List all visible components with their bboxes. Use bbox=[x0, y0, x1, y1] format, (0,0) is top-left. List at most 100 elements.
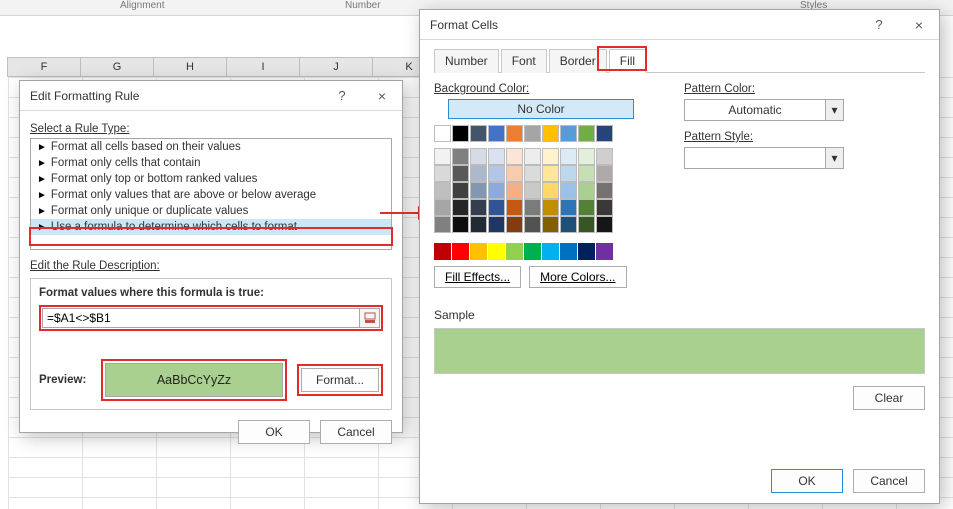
color-swatch[interactable] bbox=[434, 199, 451, 216]
color-swatch[interactable] bbox=[578, 182, 595, 199]
col-header[interactable]: G bbox=[80, 57, 154, 77]
color-swatch[interactable] bbox=[452, 216, 469, 233]
help-button[interactable]: ? bbox=[322, 81, 362, 111]
close-button[interactable]: × bbox=[362, 81, 402, 111]
color-swatch[interactable] bbox=[470, 182, 487, 199]
cancel-button[interactable]: Cancel bbox=[320, 420, 392, 444]
color-swatch[interactable] bbox=[434, 182, 451, 199]
color-swatch[interactable] bbox=[560, 148, 577, 165]
color-swatch[interactable] bbox=[596, 243, 613, 260]
color-swatch[interactable] bbox=[488, 165, 505, 182]
color-swatch[interactable] bbox=[506, 199, 523, 216]
color-swatch[interactable] bbox=[560, 243, 577, 260]
color-swatch[interactable] bbox=[542, 243, 559, 260]
color-swatch[interactable] bbox=[542, 125, 559, 142]
dialog-titlebar[interactable]: Edit Formatting Rule ? × bbox=[20, 81, 402, 111]
color-swatch[interactable] bbox=[596, 148, 613, 165]
rule-type-item[interactable]: ►Format only values that are above or be… bbox=[31, 187, 391, 203]
more-colors-button[interactable]: More Colors... bbox=[529, 266, 626, 288]
color-swatch[interactable] bbox=[542, 216, 559, 233]
color-swatch[interactable] bbox=[560, 199, 577, 216]
col-header[interactable]: I bbox=[226, 57, 300, 77]
tab-border[interactable]: Border bbox=[549, 49, 607, 73]
color-swatch[interactable] bbox=[452, 125, 469, 142]
color-swatch[interactable] bbox=[470, 243, 487, 260]
color-swatch[interactable] bbox=[506, 125, 523, 142]
color-swatch[interactable] bbox=[470, 216, 487, 233]
color-swatch[interactable] bbox=[596, 165, 613, 182]
color-swatch[interactable] bbox=[578, 243, 595, 260]
tab-font[interactable]: Font bbox=[501, 49, 547, 73]
range-selector-button[interactable] bbox=[360, 308, 380, 328]
ok-button[interactable]: OK bbox=[771, 469, 843, 493]
clear-button[interactable]: Clear bbox=[853, 386, 925, 410]
color-swatch[interactable] bbox=[524, 199, 541, 216]
dropdown-button[interactable]: ▾ bbox=[826, 99, 844, 121]
color-swatch[interactable] bbox=[434, 165, 451, 182]
color-swatch[interactable] bbox=[560, 125, 577, 142]
color-swatch[interactable] bbox=[470, 165, 487, 182]
color-swatch[interactable] bbox=[542, 199, 559, 216]
color-swatch[interactable] bbox=[452, 243, 469, 260]
color-swatch[interactable] bbox=[452, 182, 469, 199]
color-swatch[interactable] bbox=[596, 216, 613, 233]
rule-type-item[interactable]: ►Format only unique or duplicate values bbox=[31, 203, 391, 219]
color-swatch[interactable] bbox=[578, 125, 595, 142]
rule-type-item[interactable]: ►Format only cells that contain bbox=[31, 155, 391, 171]
dropdown-button[interactable]: ▾ bbox=[826, 147, 844, 169]
color-swatch[interactable] bbox=[524, 165, 541, 182]
color-swatch[interactable] bbox=[488, 199, 505, 216]
color-swatch[interactable] bbox=[596, 182, 613, 199]
color-swatch[interactable] bbox=[524, 182, 541, 199]
color-swatch[interactable] bbox=[434, 243, 451, 260]
cancel-button[interactable]: Cancel bbox=[853, 469, 925, 493]
color-swatch[interactable] bbox=[578, 165, 595, 182]
color-swatch[interactable] bbox=[542, 148, 559, 165]
color-swatch[interactable] bbox=[506, 182, 523, 199]
rule-type-item[interactable]: ►Format only top or bottom ranked values bbox=[31, 171, 391, 187]
rule-type-item[interactable]: ►Format all cells based on their values bbox=[31, 139, 391, 155]
pattern-style-combo[interactable]: ▾ bbox=[684, 147, 844, 169]
col-header[interactable]: J bbox=[299, 57, 373, 77]
color-swatch[interactable] bbox=[578, 199, 595, 216]
color-swatch[interactable] bbox=[524, 216, 541, 233]
dialog-titlebar[interactable]: Format Cells ? × bbox=[420, 10, 939, 40]
color-swatch[interactable] bbox=[524, 125, 541, 142]
col-header[interactable]: H bbox=[153, 57, 227, 77]
color-swatch[interactable] bbox=[470, 199, 487, 216]
help-button[interactable]: ? bbox=[859, 10, 899, 40]
tab-number[interactable]: Number bbox=[434, 49, 499, 73]
color-swatch[interactable] bbox=[452, 165, 469, 182]
color-swatch[interactable] bbox=[488, 148, 505, 165]
color-swatch[interactable] bbox=[488, 182, 505, 199]
color-swatch[interactable] bbox=[434, 216, 451, 233]
ok-button[interactable]: OK bbox=[238, 420, 310, 444]
color-swatch[interactable] bbox=[560, 216, 577, 233]
formula-input[interactable] bbox=[42, 308, 360, 328]
color-swatch[interactable] bbox=[488, 243, 505, 260]
color-swatch[interactable] bbox=[506, 148, 523, 165]
color-swatch[interactable] bbox=[452, 199, 469, 216]
format-button[interactable]: Format... bbox=[301, 368, 379, 392]
no-color-button[interactable]: No Color bbox=[448, 99, 634, 119]
color-swatch[interactable] bbox=[524, 243, 541, 260]
color-swatch[interactable] bbox=[452, 148, 469, 165]
col-header[interactable]: F bbox=[7, 57, 81, 77]
color-swatch[interactable] bbox=[542, 182, 559, 199]
color-swatch[interactable] bbox=[506, 216, 523, 233]
color-swatch[interactable] bbox=[596, 199, 613, 216]
color-swatch[interactable] bbox=[434, 148, 451, 165]
tab-fill[interactable]: Fill bbox=[609, 49, 646, 73]
color-swatch[interactable] bbox=[578, 148, 595, 165]
fill-effects-button[interactable]: Fill Effects... bbox=[434, 266, 521, 288]
close-button[interactable]: × bbox=[899, 10, 939, 40]
rule-type-list[interactable]: ►Format all cells based on their values … bbox=[30, 138, 392, 250]
color-swatch[interactable] bbox=[488, 216, 505, 233]
color-swatch[interactable] bbox=[470, 125, 487, 142]
color-swatch[interactable] bbox=[578, 216, 595, 233]
color-swatch[interactable] bbox=[434, 125, 451, 142]
color-swatch[interactable] bbox=[470, 148, 487, 165]
color-swatch[interactable] bbox=[560, 165, 577, 182]
color-swatch[interactable] bbox=[596, 125, 613, 142]
color-swatch[interactable] bbox=[542, 165, 559, 182]
